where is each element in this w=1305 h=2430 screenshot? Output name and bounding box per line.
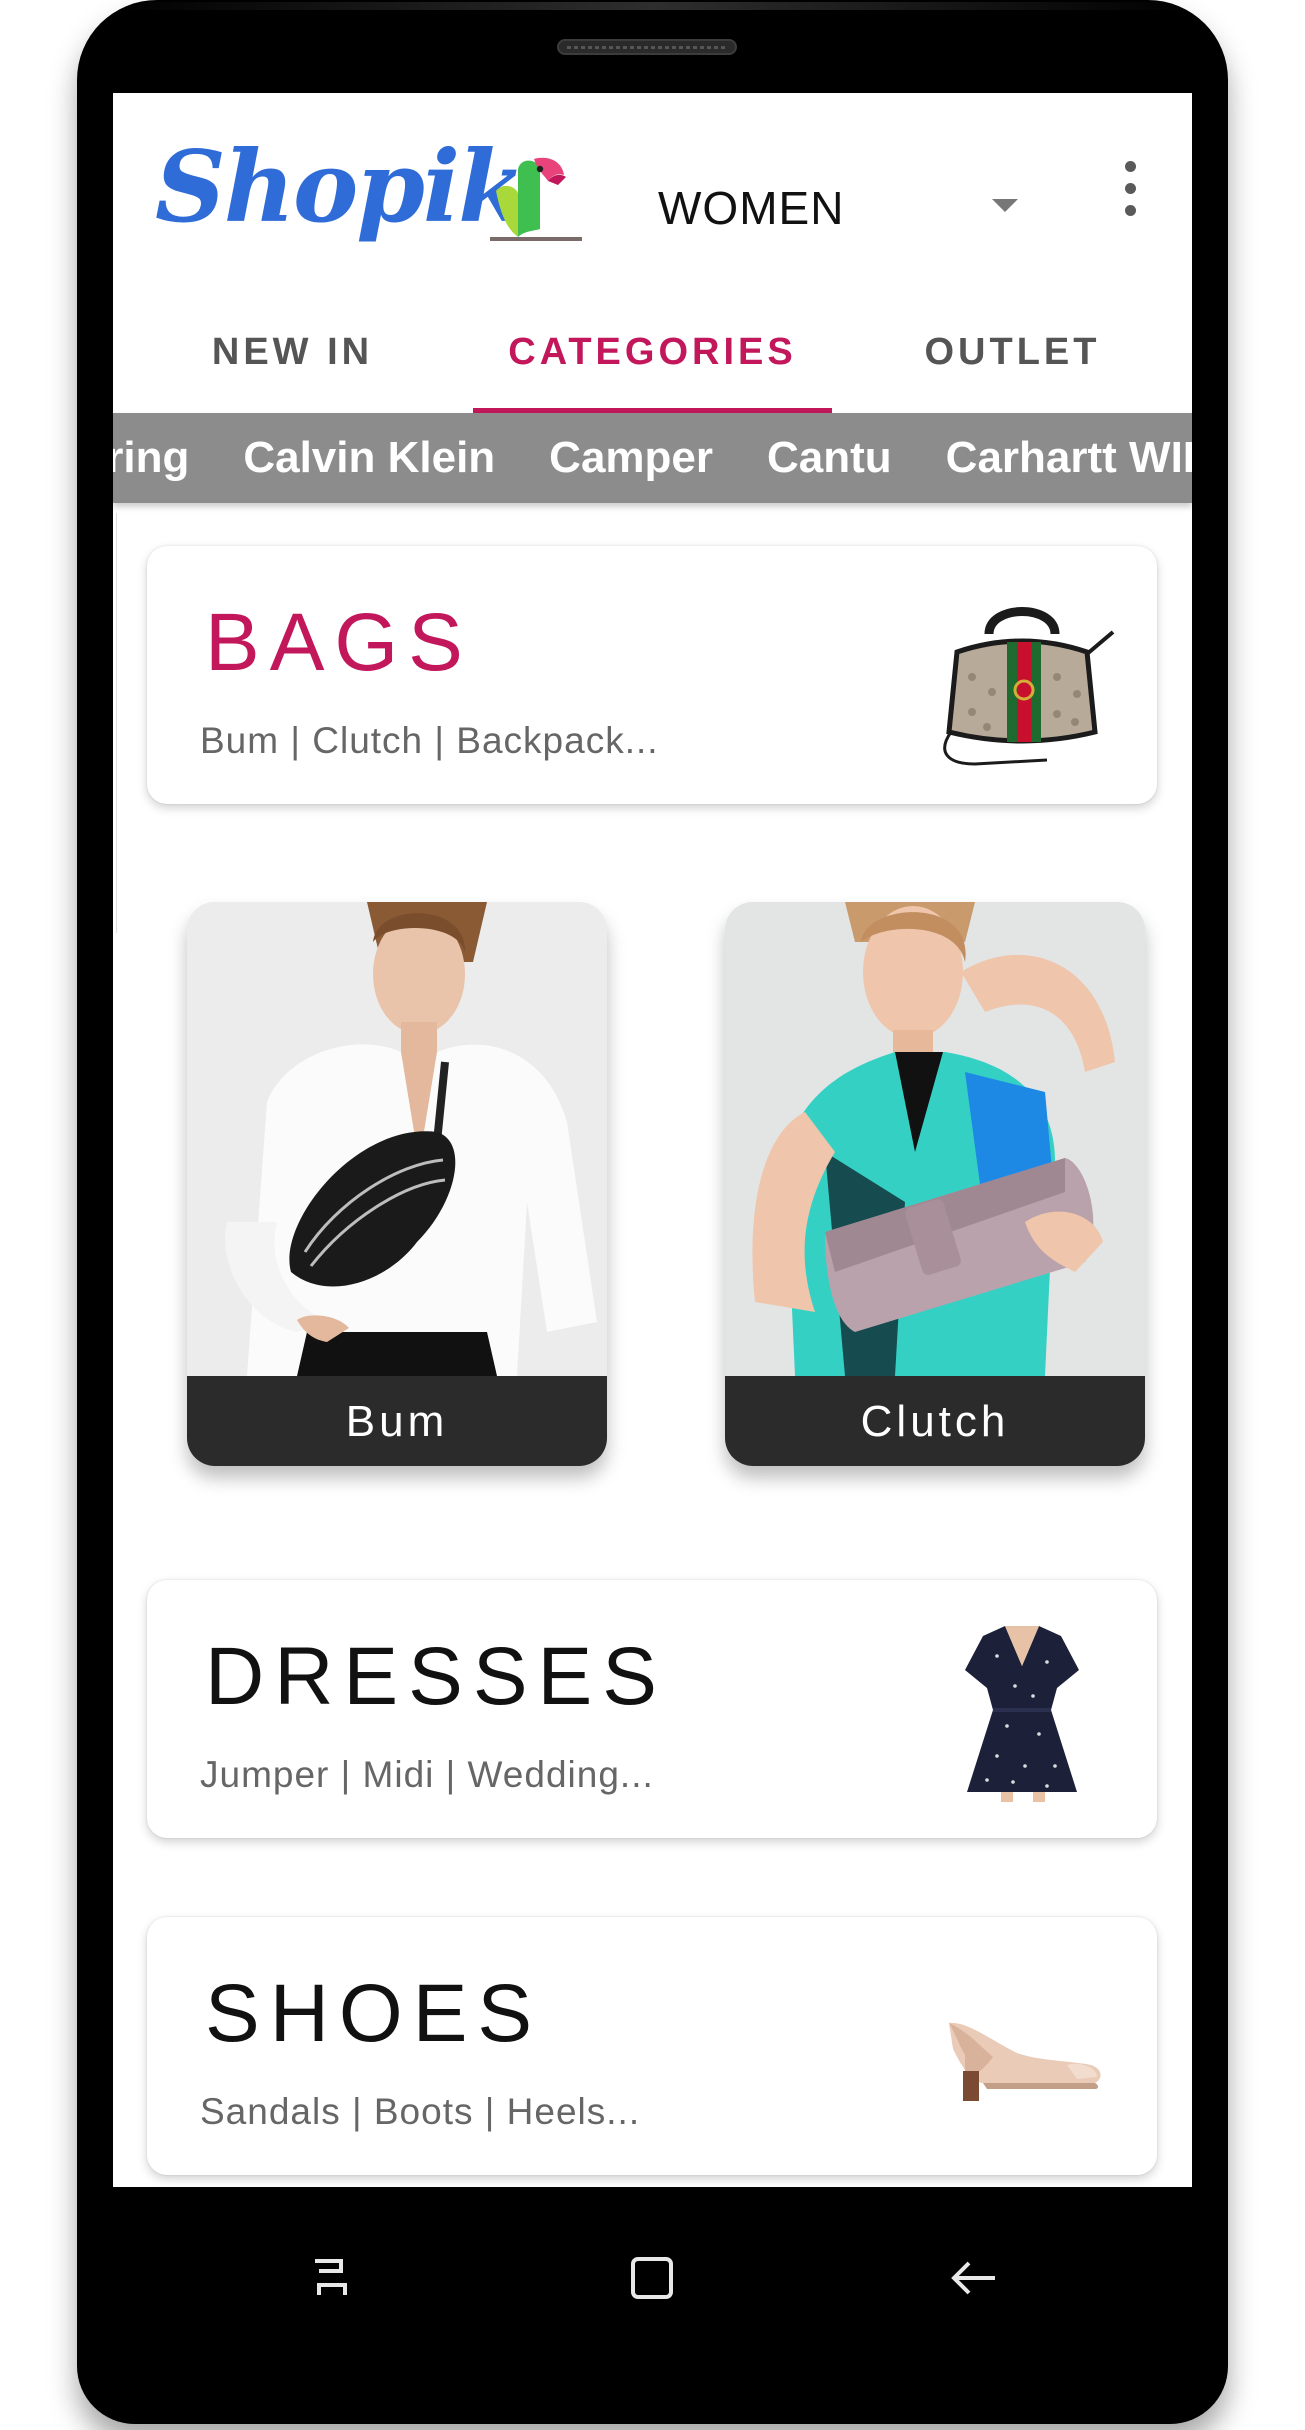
tab-label: NEW IN: [211, 331, 374, 373]
brand-chip[interactable]: Camper: [522, 413, 740, 503]
clutch-model-photo: [725, 902, 1145, 1376]
menu-dot-icon: [1125, 205, 1136, 216]
tab-label: CATEGORIES: [508, 331, 797, 373]
category-title: SHOES: [205, 1968, 543, 2059]
overflow-menu-button[interactable]: [1108, 153, 1154, 223]
brand-track: SpringCalvin KleinCamperCantuCarhartt WI…: [113, 413, 1192, 503]
app-bar: Shopik WOMEN NEW IN CATEGORIES OUTLET: [113, 93, 1192, 413]
menu-dot-icon: [1125, 161, 1136, 172]
category-title: DRESSES: [205, 1631, 667, 1722]
tab-outlet[interactable]: OUTLET: [833, 307, 1192, 413]
category-subtitle: Jumper | Midi | Wedding...: [200, 1754, 654, 1795]
department-dropdown[interactable]: WOMEN: [658, 173, 1138, 243]
tab-new-in[interactable]: NEW IN: [113, 307, 472, 413]
menu-dot-icon: [1125, 183, 1136, 194]
handbag-icon: [943, 607, 1115, 766]
drawer-edge[interactable]: [113, 513, 117, 933]
brand-chip[interactable]: Calvin Klein: [216, 413, 522, 503]
app-screen: Shopik WOMEN NEW IN CATEGORIES OUTLET ri…: [113, 93, 1192, 2187]
brand-carousel[interactable]: SpringCalvin KleinCamperCantuCarhartt WI…: [113, 413, 1192, 503]
tab-bar: NEW IN CATEGORIES OUTLET: [113, 307, 1192, 413]
system-navigation-bar: [113, 2187, 1192, 2367]
category-card-dresses[interactable]: DRESSES Jumper | Midi | Wedding...: [147, 1580, 1157, 1838]
chevron-down-icon: [992, 199, 1018, 212]
category-subtitle: Sandals | Boots | Heels...: [200, 2091, 641, 2132]
parrot-logo-icon: [490, 157, 582, 241]
category-title: BAGS: [205, 597, 473, 688]
brand-chip[interactable]: Cantu: [740, 413, 919, 503]
speaker-grille: [567, 46, 727, 49]
dress-icon: [965, 1626, 1079, 1802]
category-card-bags[interactable]: BAGS Bum | Clutch | Backpack...: [147, 546, 1157, 804]
app-logo[interactable]: Shopik: [155, 139, 526, 237]
recent-apps-icon[interactable]: [295, 2243, 365, 2313]
subcategory-tile-bum[interactable]: Bum: [187, 902, 607, 1466]
earpiece-speaker: [557, 39, 737, 55]
category-subtitle: Bum | Clutch | Backpack...: [200, 720, 659, 761]
subcategory-label: Bum: [187, 1376, 607, 1466]
bum-bag-model-photo: [187, 902, 607, 1376]
subcategory-tile-clutch[interactable]: Clutch: [725, 902, 1145, 1466]
tab-categories[interactable]: CATEGORIES: [473, 307, 832, 413]
heel-shoe-icon: [949, 2022, 1101, 2101]
frame-highlight: [105, 2, 1200, 10]
department-label: WOMEN: [658, 182, 845, 234]
home-icon[interactable]: [617, 2243, 687, 2313]
tab-label: OUTLET: [924, 331, 1101, 373]
back-icon[interactable]: [939, 2243, 1009, 2313]
subcategory-label: Clutch: [725, 1376, 1145, 1466]
brand-chip[interactable]: Spring: [113, 413, 216, 503]
category-card-shoes[interactable]: SHOES Sandals | Boots | Heels...: [147, 1917, 1157, 2175]
brand-chip[interactable]: Carhartt WIP: [919, 413, 1192, 503]
